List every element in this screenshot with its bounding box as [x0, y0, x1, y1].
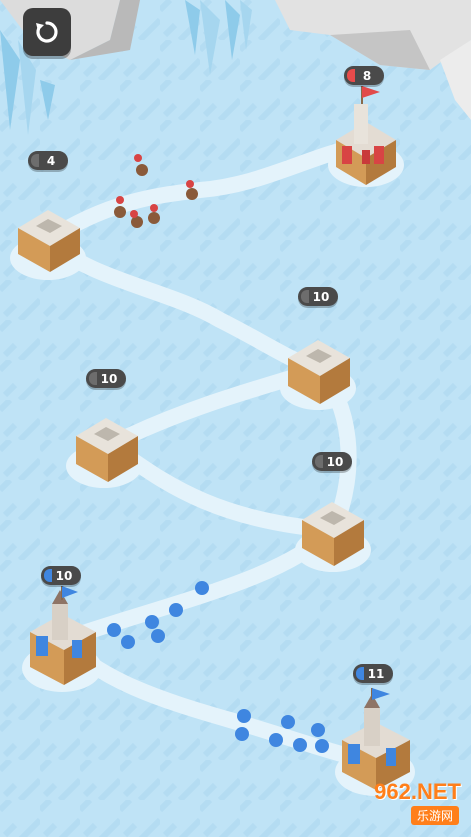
troop-count: 8	[362, 68, 372, 83]
troop-count: 10	[326, 454, 344, 469]
owner-pip	[44, 569, 52, 582]
restart-button[interactable]	[23, 8, 71, 56]
troop-count: 4	[46, 153, 56, 168]
owner-pip	[89, 372, 97, 385]
count-badge-neutral-3: 10	[312, 452, 352, 471]
owner-pip	[356, 667, 364, 680]
troop-count: 10	[100, 371, 118, 386]
troop-count: 10	[55, 568, 73, 583]
count-badge-player-castle-2: 11	[353, 664, 393, 683]
count-badge-neutral-1: 10	[298, 287, 338, 306]
count-badge-enemy-house: 4	[28, 151, 68, 170]
count-badge-player-castle-1: 10	[41, 566, 81, 585]
count-badge-neutral-2: 10	[86, 369, 126, 388]
owner-pip	[31, 154, 39, 167]
owner-pip	[301, 290, 309, 303]
troop-count: 10	[312, 289, 330, 304]
ice-ground	[0, 0, 471, 837]
restart-icon	[36, 21, 58, 43]
battle-map	[0, 0, 471, 837]
game-stage: 8 4 10 10 10 10 11 962.NET 乐游网	[0, 0, 471, 837]
count-badge-enemy-castle: 8	[344, 66, 384, 85]
watermark-logo: 962.NET	[374, 779, 461, 804]
watermark-subtitle: 乐游网	[410, 806, 459, 825]
troop-count: 11	[367, 666, 385, 681]
owner-pip	[315, 455, 323, 468]
owner-pip	[347, 69, 355, 82]
